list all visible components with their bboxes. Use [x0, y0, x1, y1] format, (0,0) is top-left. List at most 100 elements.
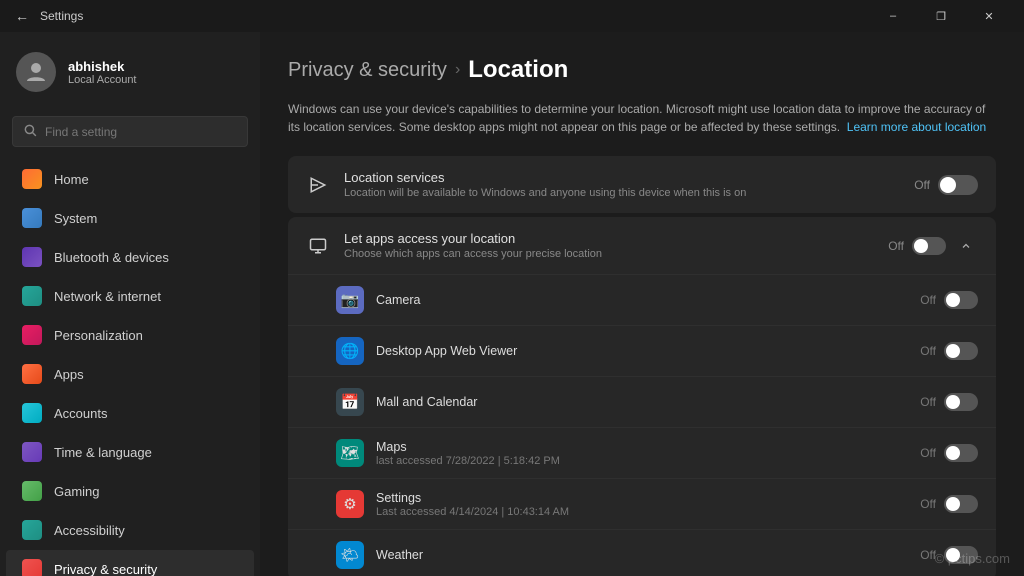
app-toggle-area-maps: Off: [920, 444, 978, 462]
sidebar-item-bluetooth[interactable]: Bluetooth & devices: [6, 238, 254, 276]
nav-icon-system: [22, 208, 42, 228]
location-services-title: Location services: [344, 170, 900, 185]
app-name-mail: Mall and Calendar: [376, 395, 908, 409]
app-icon-weather: 🌤: [336, 541, 364, 569]
sidebar-item-accessibility[interactable]: Accessibility: [6, 511, 254, 549]
location-services-toggle[interactable]: [938, 175, 978, 195]
app-toggle-desktop-web[interactable]: [944, 342, 978, 360]
app-state-weather: Off: [920, 548, 936, 562]
sidebar-item-time[interactable]: Time & language: [6, 433, 254, 471]
nav-icon-bluetooth: [22, 247, 42, 267]
let-apps-text: Let apps access your location Choose whi…: [344, 231, 874, 260]
app-row-weather: 🌤 Weather Off: [288, 530, 996, 576]
app-icon-desktop-web: 🌐: [336, 337, 364, 365]
search-box[interactable]: [12, 116, 248, 147]
search-input[interactable]: [45, 125, 237, 139]
sidebar-item-privacy[interactable]: Privacy & security: [6, 550, 254, 576]
app-toggle-area-desktop-web: Off: [920, 342, 978, 360]
app-row-camera: 📷 Camera Off: [288, 275, 996, 326]
app-icon-maps: 🗺: [336, 439, 364, 467]
sidebar-item-apps[interactable]: Apps: [6, 355, 254, 393]
app-toggle-weather[interactable]: [944, 546, 978, 564]
location-services-icon: [306, 173, 330, 197]
let-apps-state: Off: [888, 239, 904, 253]
sidebar-item-gaming[interactable]: Gaming: [6, 472, 254, 510]
app-row-maps: 🗺 Maps last accessed 7/28/2022 | 5:18:42…: [288, 428, 996, 479]
location-services-card: Location services Location will be avail…: [288, 156, 996, 213]
user-sub: Local Account: [68, 74, 137, 86]
location-services-sub: Location will be available to Windows an…: [344, 187, 900, 199]
let-apps-sub: Choose which apps can access your precis…: [344, 248, 874, 260]
location-services-text: Location services Location will be avail…: [344, 170, 900, 199]
app-info-desktop-web: Desktop App Web Viewer: [376, 344, 908, 358]
user-name: abhishek: [68, 59, 137, 74]
app-info-camera: Camera: [376, 293, 908, 307]
let-apps-expand[interactable]: [954, 234, 978, 258]
breadcrumb-parent[interactable]: Privacy & security: [288, 59, 447, 82]
nav-label-time: Time & language: [54, 445, 152, 460]
sidebar-item-network[interactable]: Network & internet: [6, 277, 254, 315]
app-name-maps: Maps: [376, 440, 908, 454]
nav-icon-personalization: [22, 325, 42, 345]
nav-label-personalization: Personalization: [54, 328, 143, 343]
app-accessed-settings: Last accessed 4/14/2024 | 10:43:14 AM: [376, 506, 908, 518]
app-toggle-settings[interactable]: [944, 495, 978, 513]
titlebar-title: Settings: [40, 9, 83, 23]
location-services-right: Off: [914, 175, 978, 195]
main-layout: abhishek Local Account Home System Bluet…: [0, 32, 1024, 576]
let-apps-right: Off: [888, 234, 978, 258]
breadcrumb-current: Location: [468, 56, 568, 84]
app-toggle-camera[interactable]: [944, 291, 978, 309]
app-state-settings: Off: [920, 497, 936, 511]
page-description: Windows can use your device's capabiliti…: [288, 100, 988, 136]
nav-icon-apps: [22, 364, 42, 384]
app-info-settings: Settings Last accessed 4/14/2024 | 10:43…: [376, 491, 908, 518]
let-apps-row: Let apps access your location Choose whi…: [288, 217, 996, 275]
app-rows: 📷 Camera Off 🌐 Desktop App Web Viewer Of…: [288, 275, 996, 576]
nav-label-privacy: Privacy & security: [54, 562, 157, 576]
app-toggle-area-weather: Off: [920, 546, 978, 564]
app-info-maps: Maps last accessed 7/28/2022 | 5:18:42 P…: [376, 440, 908, 467]
app-icon-mail: 📅: [336, 388, 364, 416]
avatar: [16, 52, 56, 92]
content-area: Privacy & security › Location Windows ca…: [260, 32, 1024, 576]
app-name-weather: Weather: [376, 548, 908, 562]
restore-button[interactable]: ❐: [918, 0, 964, 32]
nav-icon-accounts: [22, 403, 42, 423]
nav-icon-home: [22, 169, 42, 189]
back-button[interactable]: ←: [12, 6, 32, 26]
nav-icon-network: [22, 286, 42, 306]
let-apps-card: Let apps access your location Choose whi…: [288, 217, 996, 576]
minimize-button[interactable]: –: [870, 0, 916, 32]
app-row-mail: 📅 Mall and Calendar Off: [288, 377, 996, 428]
window-controls: – ❐ ✕: [870, 0, 1012, 32]
sidebar-item-accounts[interactable]: Accounts: [6, 394, 254, 432]
app-row-desktop-web: 🌐 Desktop App Web Viewer Off: [288, 326, 996, 377]
app-name-desktop-web: Desktop App Web Viewer: [376, 344, 908, 358]
app-state-maps: Off: [920, 446, 936, 460]
learn-more-link[interactable]: Learn more about location: [847, 120, 986, 134]
app-icon-settings: ⚙: [336, 490, 364, 518]
sidebar-item-personalization[interactable]: Personalization: [6, 316, 254, 354]
user-info: abhishek Local Account: [68, 59, 137, 86]
app-toggle-area-settings: Off: [920, 495, 978, 513]
app-toggle-area-camera: Off: [920, 291, 978, 309]
let-apps-toggle[interactable]: [912, 237, 946, 255]
app-toggle-maps[interactable]: [944, 444, 978, 462]
location-services-row: Location services Location will be avail…: [288, 156, 996, 213]
app-info-mail: Mall and Calendar: [376, 395, 908, 409]
nav-label-accounts: Accounts: [54, 406, 107, 421]
nav-list: Home System Bluetooth & devices Network …: [0, 159, 260, 576]
app-info-weather: Weather: [376, 548, 908, 562]
app-toggle-mail[interactable]: [944, 393, 978, 411]
app-name-settings: Settings: [376, 491, 908, 505]
close-button[interactable]: ✕: [966, 0, 1012, 32]
sidebar-item-home[interactable]: Home: [6, 160, 254, 198]
nav-label-system: System: [54, 211, 97, 226]
app-state-mail: Off: [920, 395, 936, 409]
nav-label-accessibility: Accessibility: [54, 523, 125, 538]
app-accessed-maps: last accessed 7/28/2022 | 5:18:42 PM: [376, 455, 908, 467]
user-section[interactable]: abhishek Local Account: [0, 40, 260, 104]
sidebar-item-system[interactable]: System: [6, 199, 254, 237]
breadcrumb: Privacy & security › Location: [288, 56, 996, 84]
